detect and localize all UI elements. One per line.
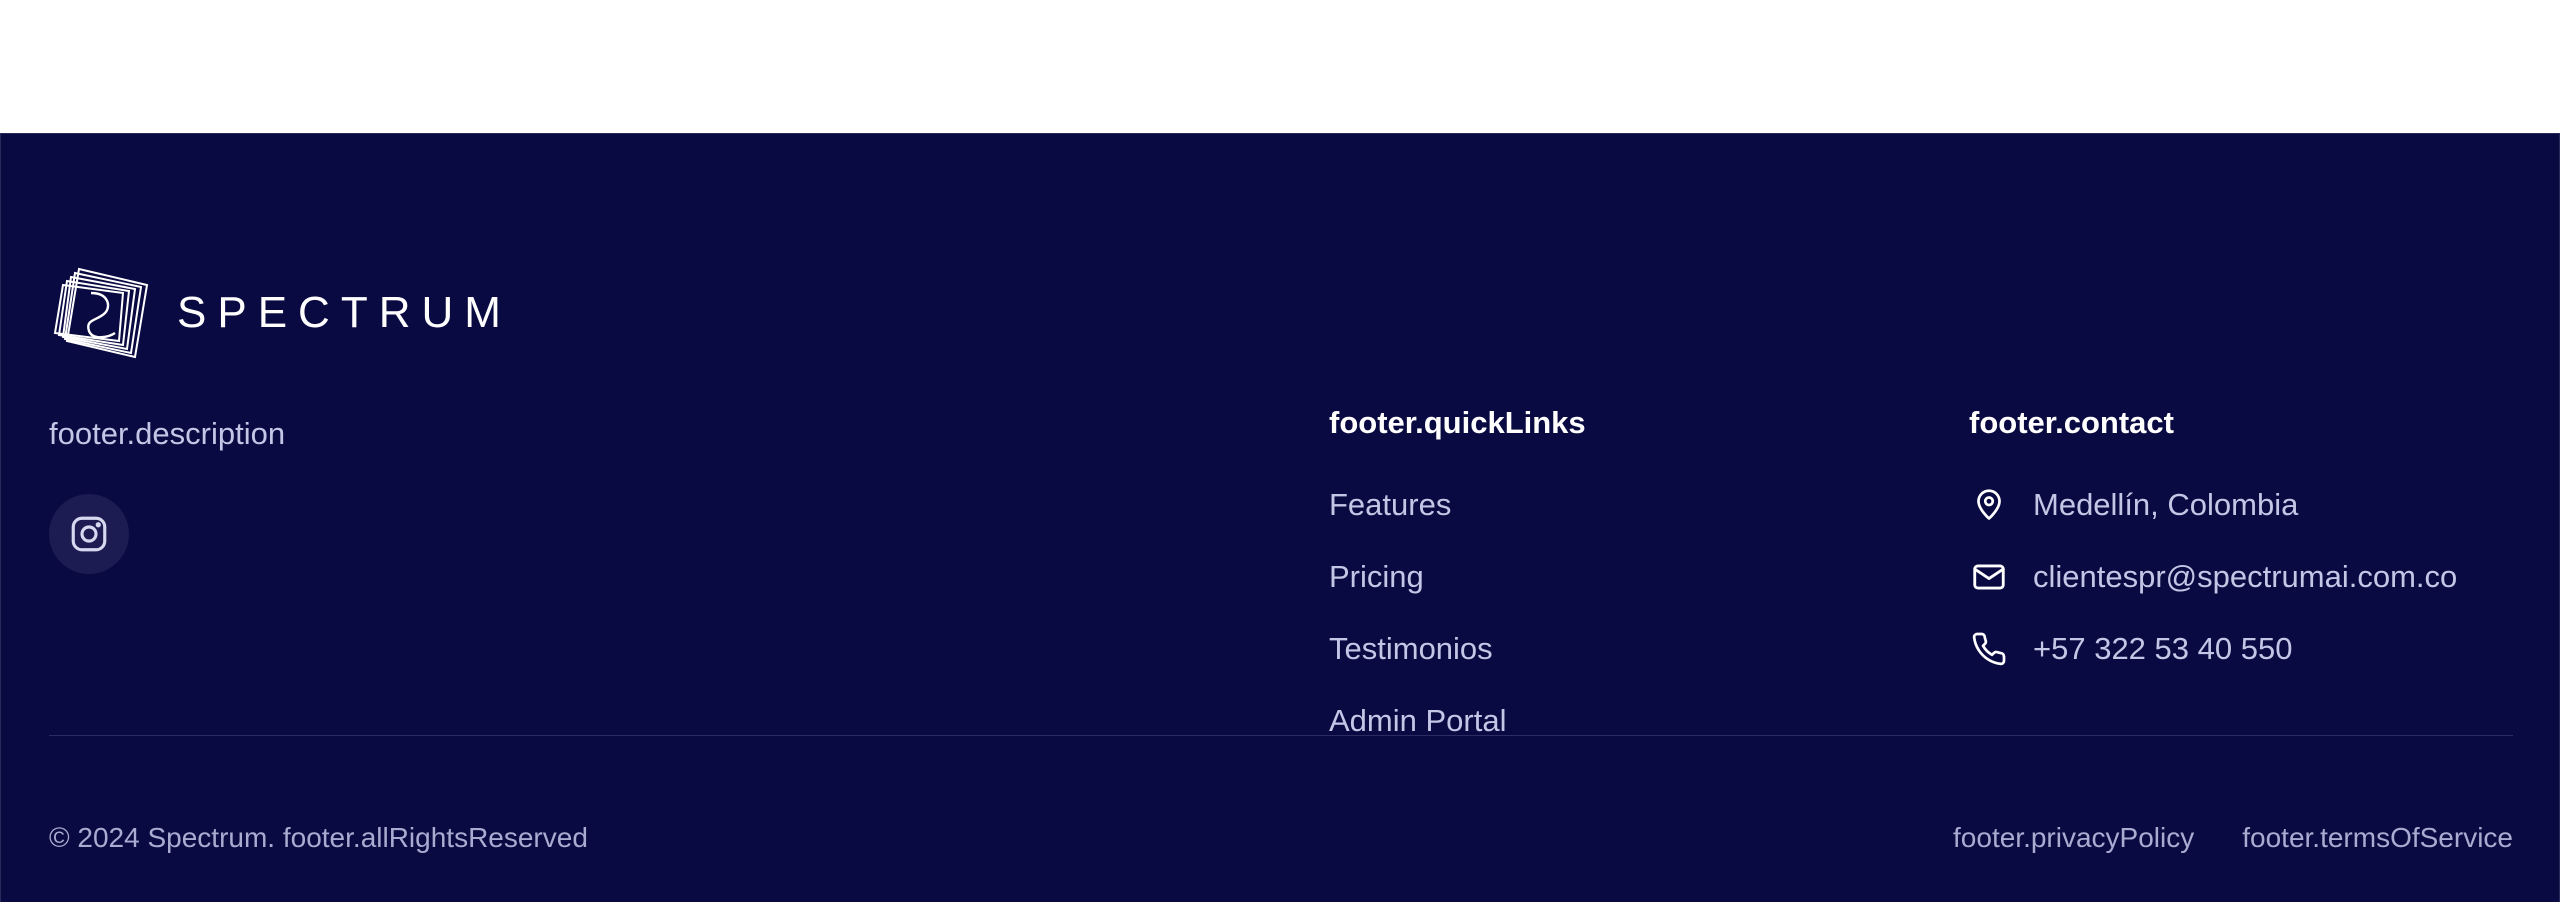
- link-pricing[interactable]: Pricing: [1329, 558, 1586, 596]
- legal-links: footer.privacyPolicy footer.termsOfServi…: [1953, 821, 2513, 855]
- contact-list: Medellín, Colombia clientespr@spectrumai…: [1969, 486, 2457, 668]
- footer-divider: [49, 735, 2513, 736]
- contact-email-text[interactable]: clientespr@spectrumai.com.co: [2033, 558, 2457, 596]
- quick-links-list: Features Pricing Testimonios Admin Porta…: [1329, 486, 1586, 740]
- site-footer: SPECTRUM footer.description footer.quick…: [0, 133, 2560, 902]
- privacy-policy-link[interactable]: footer.privacyPolicy: [1953, 821, 2194, 855]
- quick-links-column: footer.quickLinks Features Pricing Testi…: [1329, 404, 1586, 774]
- footer-logo[interactable]: SPECTRUM: [49, 263, 649, 363]
- instagram-button[interactable]: [49, 494, 129, 575]
- mail-icon: [1969, 557, 2009, 597]
- contact-column: footer.contact Medellín, Colombia client…: [1969, 404, 2457, 702]
- link-features[interactable]: Features: [1329, 486, 1586, 524]
- page-top-area: [0, 0, 2560, 133]
- spectrum-logo-icon: [53, 267, 149, 359]
- contact-phone[interactable]: +57 322 53 40 550: [1969, 630, 2457, 668]
- quick-links-title: footer.quickLinks: [1329, 405, 1586, 440]
- footer-brand: SPECTRUM footer.description: [49, 263, 649, 575]
- terms-of-service-link[interactable]: footer.termsOfService: [2242, 821, 2513, 855]
- footer-description: footer.description: [49, 416, 286, 451]
- contact-location-text: Medellín, Colombia: [2033, 487, 2299, 522]
- instagram-icon: [71, 516, 107, 552]
- copyright-text: © 2024 Spectrum. footer.allRightsReserve…: [49, 822, 588, 853]
- contact-email[interactable]: clientespr@spectrumai.com.co: [1969, 558, 2457, 596]
- contact-title: footer.contact: [1969, 405, 2174, 440]
- location-pin-icon: [1969, 485, 2009, 525]
- link-testimonios[interactable]: Testimonios: [1329, 630, 1586, 668]
- phone-icon: [1969, 629, 2009, 669]
- brand-name: SPECTRUM: [177, 288, 512, 337]
- contact-location: Medellín, Colombia: [1969, 486, 2457, 524]
- contact-phone-text[interactable]: +57 322 53 40 550: [2033, 630, 2292, 668]
